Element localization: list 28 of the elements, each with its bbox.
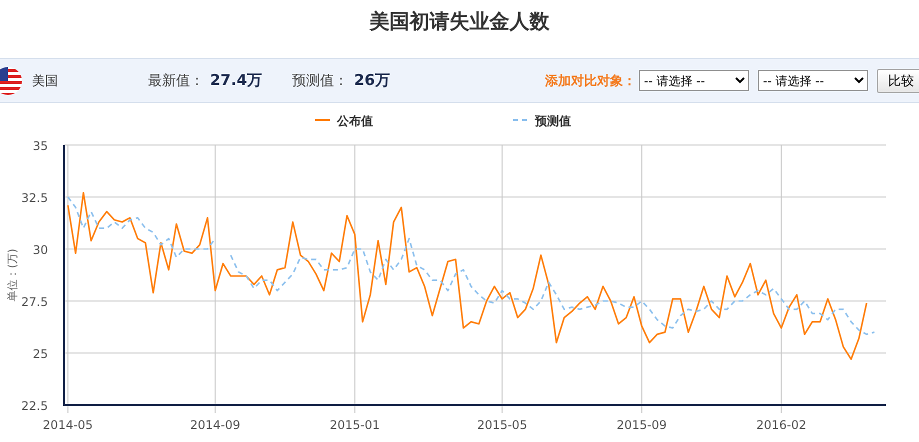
y-tick-label: 22.5 [21, 399, 48, 413]
x-tick-label: 2015-05 [477, 418, 528, 432]
compare-button[interactable]: 比较 [877, 68, 919, 92]
x-tick-label: 2014-05 [42, 418, 93, 432]
y-tick-label: 27.5 [21, 295, 48, 309]
x-tick-label: 2015-09 [616, 418, 667, 432]
flag-icon [0, 66, 23, 96]
y-tick-label: 35 [32, 139, 48, 153]
legend-label: 公布值 [336, 114, 373, 128]
compare-label: 添加对比对象： [545, 72, 636, 90]
x-tick-label: 2014-09 [190, 418, 240, 432]
x-tick-label: 2016-02 [756, 418, 806, 432]
forecast-label: 预测值： [292, 72, 348, 90]
legend-label: 预测值 [534, 114, 571, 128]
forecast-value: 26万 [354, 71, 390, 90]
latest-value: 27.4万 [210, 71, 262, 90]
legend-item[interactable]: 公布值 [315, 114, 373, 128]
page-title: 美国初请失业金人数 [368, 8, 550, 35]
legend-item[interactable]: 预测值 [513, 114, 571, 128]
latest-label: 最新值： [148, 72, 204, 90]
y-axis-title: 单位：(万) [6, 248, 19, 302]
compare-dropdown[interactable]: -- 请选择 -- [639, 70, 749, 91]
y-tick-label: 30 [32, 243, 48, 257]
x-tick-label: 2015-01 [330, 418, 380, 432]
compare-dropdown[interactable]: -- 请选择 -- [758, 70, 868, 91]
y-tick-label: 32.5 [21, 191, 48, 205]
y-tick-label: 25 [32, 347, 48, 361]
country-name: 美国 [32, 72, 58, 90]
